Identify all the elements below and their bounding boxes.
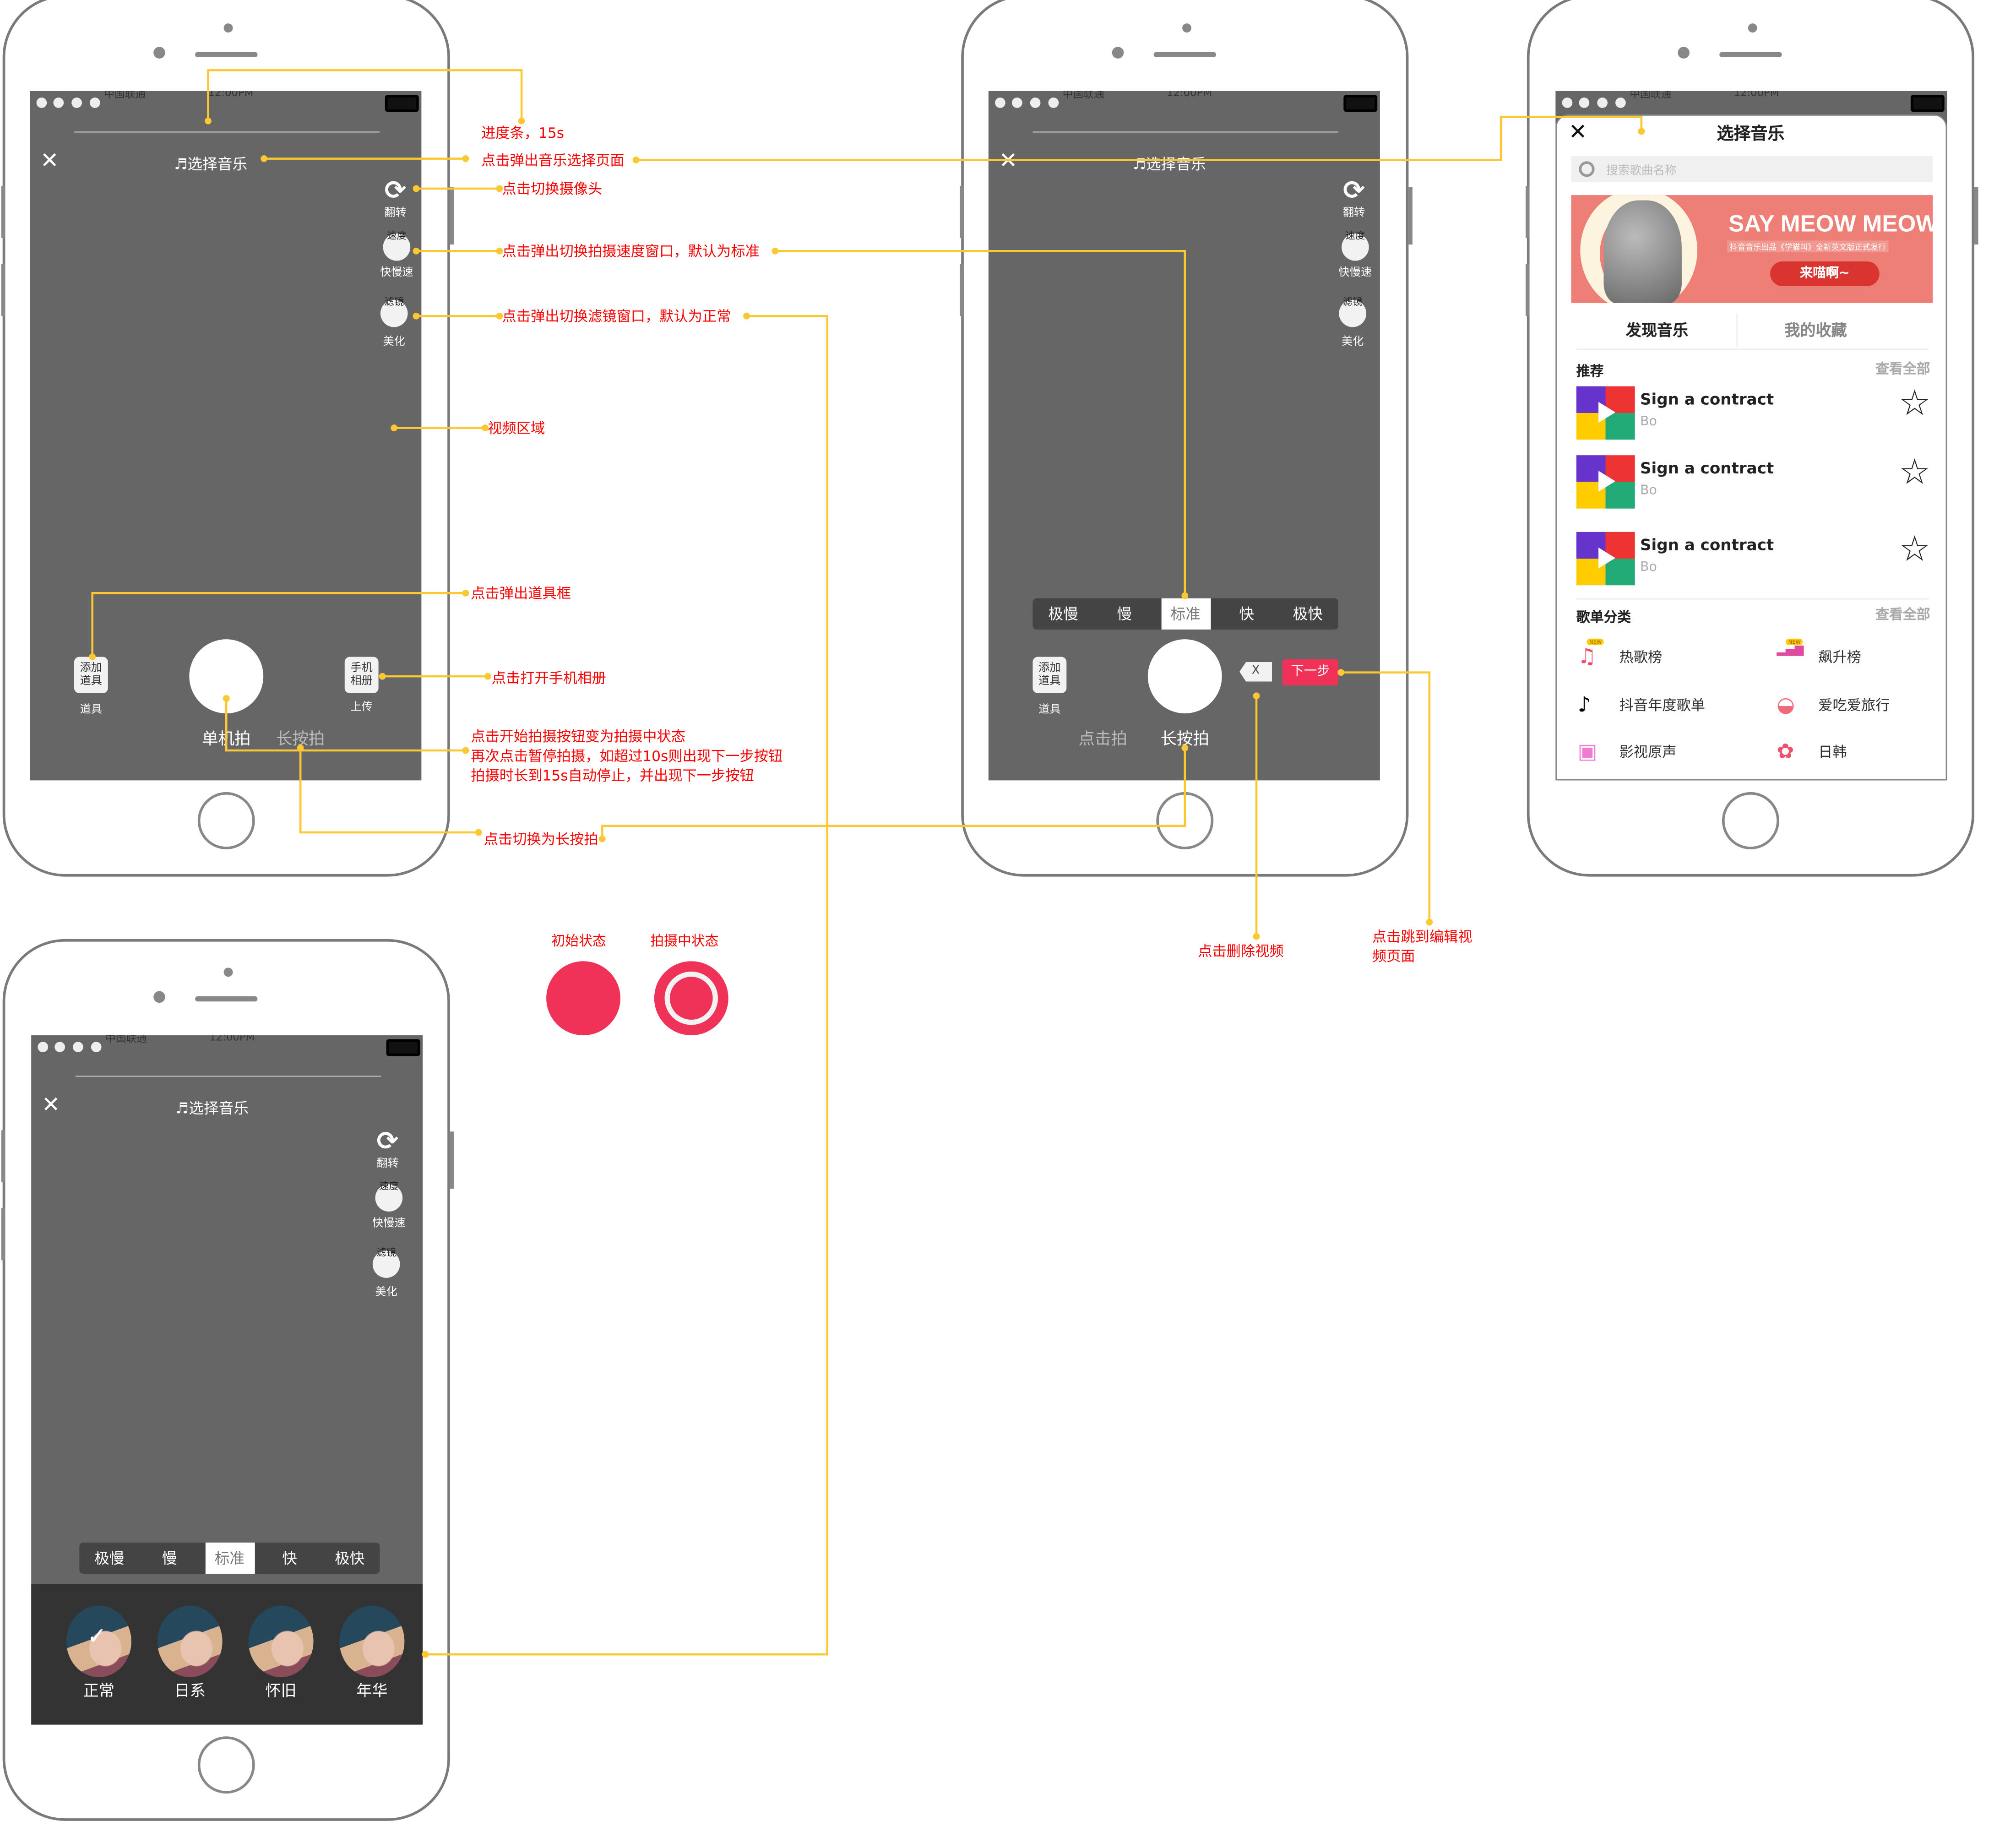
connector-dot (598, 835, 606, 842)
connector-dot (496, 312, 503, 320)
connector-dot (496, 185, 503, 192)
connector-dot (1253, 692, 1260, 700)
connector-dot (1337, 669, 1345, 676)
connector-dot (1181, 592, 1189, 599)
connector (225, 698, 466, 752)
connector-dot (422, 1651, 429, 1658)
connector (601, 748, 1186, 839)
connector-dot (1426, 918, 1433, 926)
connector-dot (261, 155, 268, 162)
connector-dot (223, 695, 230, 702)
connector (425, 315, 828, 1656)
connector-dot (496, 247, 503, 255)
connector-dot (205, 117, 212, 125)
connector-dot (1638, 128, 1645, 135)
connector-dot (379, 673, 386, 680)
connector-dot (482, 424, 489, 431)
connector (775, 250, 1186, 596)
connector (1341, 671, 1431, 922)
connector-dot (1181, 744, 1189, 751)
connector-dot (484, 673, 491, 680)
prototype-canvas: 中国联通 12:00PM ✕ ♬选择音乐 ⟳ 翻转 速度 快慢速 滤镜 美化 添… (0, 0, 2016, 1826)
connector (207, 69, 523, 121)
connector-dot (413, 185, 420, 192)
connector (636, 116, 1643, 161)
connector-dot (632, 157, 640, 163)
connector-dot (772, 247, 779, 255)
connector-dot (518, 117, 525, 125)
connector-dot (462, 589, 469, 597)
connector-dot (1253, 933, 1260, 940)
connector (91, 592, 466, 657)
connector-dot (743, 312, 750, 320)
connector-dot (391, 424, 398, 431)
connector-dot (413, 247, 420, 255)
connector-dot (297, 744, 304, 751)
connector-dot (89, 653, 96, 660)
connector (299, 748, 479, 834)
connector-dot (462, 155, 469, 162)
connector-dot (462, 747, 469, 754)
connector-lines (89, 69, 1645, 1658)
connector-dot (475, 829, 482, 836)
connector-dot (413, 312, 420, 320)
